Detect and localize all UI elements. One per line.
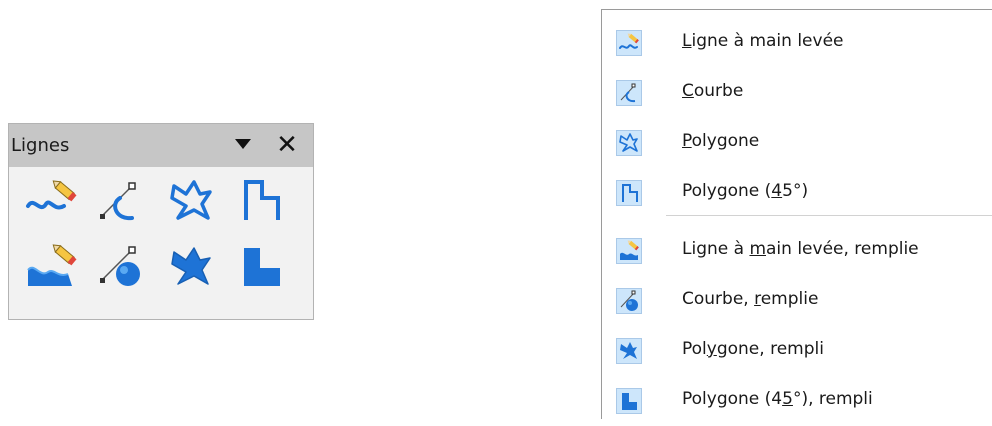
toolbar-header[interactable]: Lignes ✕ xyxy=(9,124,313,167)
freeform-line-filled-icon xyxy=(27,244,77,286)
toolbar-title: Lignes xyxy=(11,135,70,156)
menu-item-freeform-line-filled[interactable]: Ligne à main levée, remplie xyxy=(602,226,992,276)
lines-toolbar: Lignes ✕ xyxy=(8,123,314,320)
menu-item-freeform-line[interactable]: Ligne à main levée xyxy=(602,18,992,68)
menu-item-polygon-45[interactable]: Polygone (45°) xyxy=(602,168,992,218)
polygon-filled-icon xyxy=(616,338,642,364)
menu-item-polygon[interactable]: Polygone xyxy=(602,118,992,168)
close-icon[interactable]: ✕ xyxy=(275,132,299,158)
menu-item-label: Courbe, remplie xyxy=(682,289,819,309)
curve-filled-button[interactable] xyxy=(87,238,157,294)
menu-item-polygon-filled[interactable]: Polygone, rempli xyxy=(602,326,992,376)
freeform-line-filled-icon xyxy=(616,238,642,264)
polygon-filled-icon xyxy=(171,247,211,285)
freeform-line-button[interactable] xyxy=(17,172,87,228)
polygon-45-icon xyxy=(616,180,642,206)
polygon-45-filled-button[interactable] xyxy=(227,238,297,294)
menu-item-curve-filled[interactable]: Courbe, remplie xyxy=(602,276,992,326)
menu-item-label: Polygone (45°), rempli xyxy=(682,389,873,409)
menu-item-label: Polygone (45°) xyxy=(682,181,809,201)
polygon-icon xyxy=(170,180,212,220)
polygon-45-button[interactable] xyxy=(227,172,297,228)
polygon-45-filled-icon xyxy=(616,388,642,414)
menu-item-label: Polygone xyxy=(682,131,760,151)
toolbar-row xyxy=(17,172,297,228)
menu-item-label: Polygone, rempli xyxy=(682,339,824,359)
menu-item-curve[interactable]: Courbe xyxy=(602,68,992,118)
curve-icon xyxy=(616,80,642,106)
curve-filled-icon xyxy=(616,288,642,314)
polygon-icon xyxy=(616,130,642,156)
lines-dropdown-menu: Ligne à main levée Courbe Polygone Polyg… xyxy=(601,9,992,419)
curve-icon xyxy=(100,182,136,221)
toolbar-buttons xyxy=(17,172,297,304)
freeform-line-icon xyxy=(26,180,77,210)
polygon-filled-button[interactable] xyxy=(157,238,227,294)
menu-separator xyxy=(666,215,992,216)
freeform-line-filled-button[interactable] xyxy=(17,238,87,294)
freeform-line-icon xyxy=(616,30,642,56)
polygon-45-icon xyxy=(244,180,280,220)
toolbar-row xyxy=(17,238,297,294)
menu-item-label: Ligne à main levée, remplie xyxy=(682,239,919,259)
polygon-button[interactable] xyxy=(157,172,227,228)
curve-filled-icon xyxy=(100,246,140,286)
chevron-down-icon[interactable] xyxy=(235,139,251,149)
polygon-45-filled-icon xyxy=(244,248,280,286)
menu-item-label: Ligne à main levée xyxy=(682,31,844,51)
menu-item-label: Courbe xyxy=(682,81,744,101)
curve-button[interactable] xyxy=(87,172,157,228)
